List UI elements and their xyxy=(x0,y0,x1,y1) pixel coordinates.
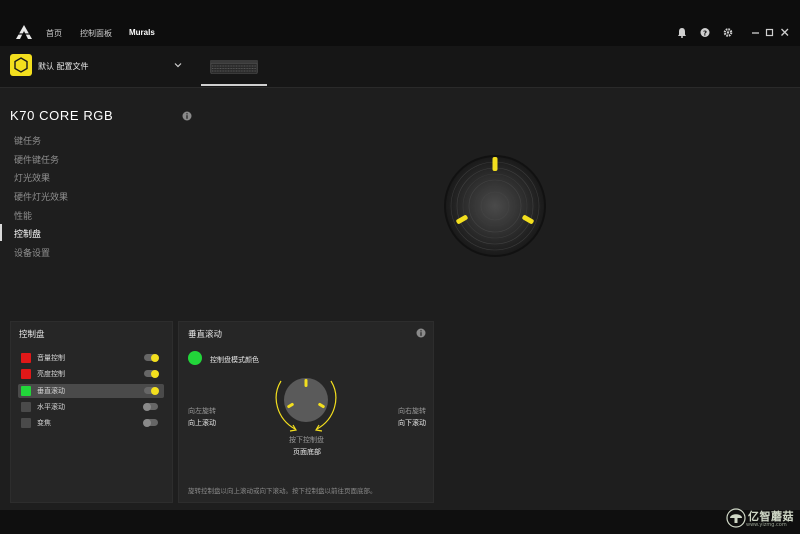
sidebar-item-performance[interactable]: 性能 xyxy=(14,209,32,222)
zone-volume[interactable]: 音量控制 xyxy=(18,351,164,365)
press-action[interactable]: 页面底部 xyxy=(293,447,321,457)
nav-murals[interactable]: Murals xyxy=(129,28,155,37)
press-caption: 按下控制盘 xyxy=(289,436,324,444)
zone-label: 音量控制 xyxy=(37,354,65,362)
help-icon[interactable]: ? xyxy=(700,27,710,38)
profile-bar xyxy=(0,46,800,88)
control-dial-preview xyxy=(443,154,547,258)
hexagon-profile-icon[interactable] xyxy=(10,54,32,76)
mode-help-text: 旋转控制盘以向上滚动或向下滚动。按下控制盘以前往页面底部。 xyxy=(188,487,377,495)
zone-toggle[interactable] xyxy=(144,353,159,362)
zone-toggle[interactable] xyxy=(143,402,158,411)
zone-color-swatch xyxy=(21,402,31,412)
corsair-logo-icon xyxy=(16,25,32,39)
minimize-icon[interactable] xyxy=(751,27,761,38)
zone-label: 水平滚动 xyxy=(37,403,65,411)
mushroom-watermark-icon xyxy=(726,508,746,528)
zone-brightness[interactable]: 亮度控制 xyxy=(18,367,164,381)
zone-toggle[interactable] xyxy=(143,418,158,427)
zone-label: 亮度控制 xyxy=(37,370,65,378)
chevron-down-icon[interactable] xyxy=(173,60,183,70)
zone-color-swatch xyxy=(21,386,31,396)
sidebar-item-device-settings[interactable]: 设备设置 xyxy=(14,246,50,259)
dial-rotation-diagram xyxy=(275,378,337,432)
maximize-icon[interactable] xyxy=(765,27,775,38)
zone-zoom[interactable]: 变焦 xyxy=(18,416,164,430)
watermark-url: www.yizmg.com xyxy=(746,522,787,528)
active-menu-indicator xyxy=(0,224,2,241)
keyboard-device-thumbnail[interactable] xyxy=(210,60,258,74)
info-icon[interactable] xyxy=(416,328,426,338)
right-rotate-action[interactable]: 向下滚动 xyxy=(398,418,426,428)
device-title: K70 CORE RGB xyxy=(10,108,114,123)
close-icon[interactable] xyxy=(780,27,790,38)
sidebar-item-key-actions[interactable]: 键任务 xyxy=(14,134,41,147)
zone-color-swatch xyxy=(21,418,31,428)
device-tab-indicator xyxy=(201,84,267,86)
nav-home[interactable]: 首页 xyxy=(46,28,62,39)
mode-color-label: 控制盘模式颜色 xyxy=(210,356,259,364)
zone-horizontal-scroll[interactable]: 水平滚动 xyxy=(18,400,164,414)
mode-detail-title: 垂直滚动 xyxy=(188,330,223,340)
title-bar xyxy=(0,0,800,46)
info-icon[interactable] xyxy=(182,111,192,121)
sidebar-item-lighting-effects[interactable]: 灯光效果 xyxy=(14,171,50,184)
right-rotate-caption: 向右旋转 xyxy=(398,407,426,415)
bottom-strip xyxy=(0,510,800,534)
zone-toggle[interactable] xyxy=(144,386,159,395)
zone-toggle[interactable] xyxy=(144,369,159,378)
zone-label: 垂直滚动 xyxy=(37,387,65,395)
nav-dashboard[interactable]: 控制面板 xyxy=(80,28,112,39)
left-rotate-caption: 向左旋转 xyxy=(188,407,216,415)
bell-icon[interactable] xyxy=(677,27,687,38)
svg-text:?: ? xyxy=(703,30,707,38)
left-rotate-action[interactable]: 向上滚动 xyxy=(188,418,216,428)
profile-name[interactable]: 默认 配置文件 xyxy=(38,61,89,72)
sidebar-item-control-dial[interactable]: 控制盘 xyxy=(14,227,41,240)
mode-color-picker[interactable] xyxy=(188,351,202,365)
dial-modes-title: 控制盘 xyxy=(19,330,45,340)
gear-icon[interactable] xyxy=(723,27,733,38)
zone-color-swatch xyxy=(21,369,31,379)
sidebar-item-hardware-key-actions[interactable]: 硬件键任务 xyxy=(14,153,59,166)
sidebar-item-hardware-lighting[interactable]: 硬件灯光效果 xyxy=(14,190,68,203)
zone-color-swatch xyxy=(21,353,31,363)
zone-vertical-scroll[interactable]: 垂直滚动 xyxy=(18,384,164,398)
zone-label: 变焦 xyxy=(37,419,51,427)
